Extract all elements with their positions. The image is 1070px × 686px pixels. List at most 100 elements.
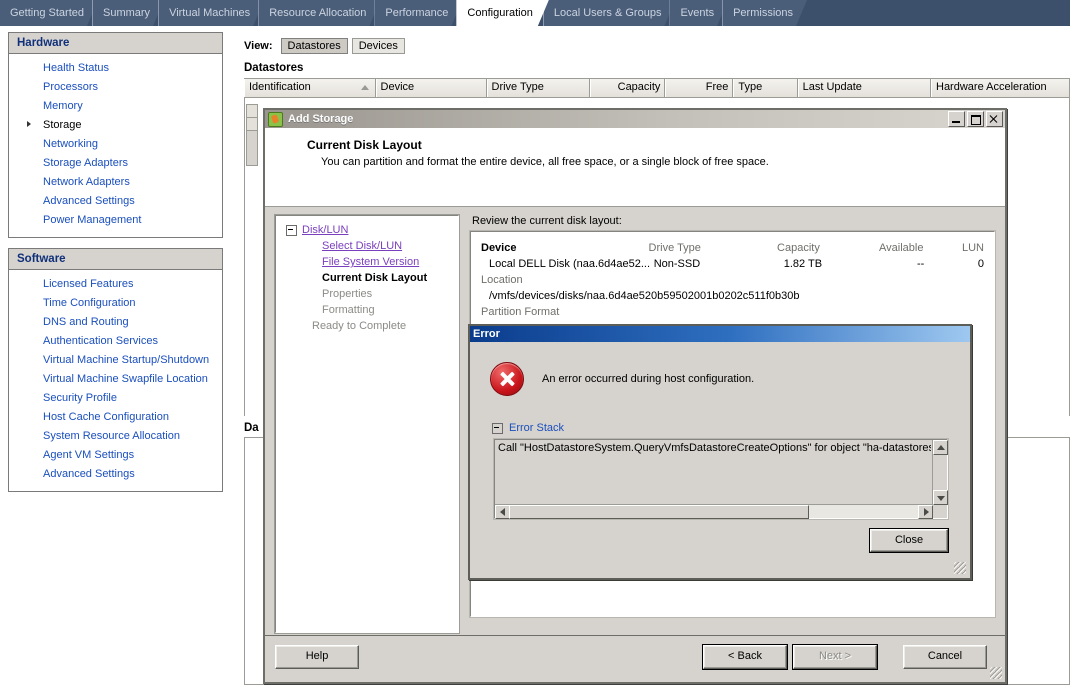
column-header-identification[interactable]: Identification [244,79,376,97]
sidebar-item-authentication-services[interactable]: Authentication Services [9,332,222,351]
sidebar-item-security-profile[interactable]: Security Profile [9,389,222,408]
view-button-datastores[interactable]: Datastores [280,37,348,54]
nav-item-label: Advanced Settings [43,195,135,207]
sidebar-item-processors[interactable]: Processors [9,78,222,97]
tab-permissions[interactable]: Permissions [722,0,807,26]
sidebar-item-agent-vm-settings[interactable]: Agent VM Settings [9,446,222,465]
sidebar-item-networking[interactable]: Networking [9,135,222,154]
tab-virtual-machines[interactable]: Virtual Machines [158,0,264,26]
disk-col-lun-header: LUN [962,242,985,254]
disk-location-value-row: /vmfs/devices/disks/naa.6d4ae520b5950200… [481,288,984,304]
hscroll-thumb[interactable] [509,505,809,519]
column-header-last-update[interactable]: Last Update [797,79,931,97]
sidebar-item-system-resource-allocation[interactable]: System Resource Allocation [9,427,222,446]
column-header-label: Device [380,81,415,93]
column-header-device[interactable]: Device [375,79,487,97]
error-dialog-title: Error [473,328,500,340]
tree-collapse-icon[interactable] [286,225,297,236]
tab-events[interactable]: Events [669,0,728,26]
tab-configuration[interactable]: Configuration [456,0,548,26]
error-stack-hscrollbar[interactable] [495,504,933,519]
nav-item-label: Storage [43,119,82,131]
sidebar-item-advanced-settings[interactable]: Advanced Settings [9,192,222,211]
column-header-type[interactable]: Type [733,79,798,97]
tab-performance[interactable]: Performance [374,0,462,26]
disk-location-label-row: Location [481,272,984,288]
add-storage-title: Add Storage [288,113,354,125]
disk-col-capacity-header: Capacity [777,242,820,254]
column-header-free[interactable]: Free [665,79,734,97]
scrollbar-segment [247,118,257,131]
back-button-label: < Back [728,650,762,662]
sidebar-item-licensed-features[interactable]: Licensed Features [9,275,222,294]
nav-item-label: Security Profile [43,392,117,404]
datastores-table-header: Identification Device Drive Type Capacity Fr… [244,79,1070,98]
sidebar-item-power-management[interactable]: Power Management [9,211,222,230]
disk-location-value: /vmfs/devices/disks/naa.6d4ae520b5950200… [489,290,800,302]
selection-arrow-icon [27,121,31,127]
nav-item-label: Memory [43,100,83,112]
column-header-hardware-acceleration[interactable]: Hardware Acceleration [931,79,1070,97]
error-stack-vscrollbar[interactable] [932,440,948,505]
sidebar-item-memory[interactable]: Memory [9,97,222,116]
resize-grip-icon[interactable] [990,667,1002,679]
error-dialog-titlebar[interactable]: Error [470,326,970,342]
tab-summary[interactable]: Summary [92,0,164,26]
view-button-devices[interactable]: Devices [351,37,405,54]
sidebar-item-health-status[interactable]: Health Status [9,59,222,78]
next-button[interactable]: Next > [792,644,878,670]
maximize-icon[interactable] [967,111,984,127]
column-header-drive-type[interactable]: Drive Type [486,79,590,97]
tab-getting-started[interactable]: Getting Started [0,0,98,26]
scroll-down-icon[interactable] [933,490,948,505]
nav-item-label: Agent VM Settings [43,449,135,461]
help-button-label: Help [305,650,329,662]
error-stack-toggle[interactable]: Error Stack [492,422,970,434]
sidebar-item-storage[interactable]: Storage [9,116,222,135]
sidebar-item-time-configuration[interactable]: Time Configuration [9,294,222,313]
scroll-up-icon[interactable] [933,440,948,455]
sidebar-item-virtual-machine-startup-shutdown[interactable]: Virtual Machine Startup/Shutdown [9,351,222,370]
wizard-step-disk-lun[interactable]: Disk/LUN [276,222,458,238]
error-resize-grip-icon[interactable] [954,562,966,574]
sidebar-item-dns-and-routing[interactable]: DNS and Routing [9,313,222,332]
collapse-icon[interactable] [492,422,503,434]
sidebar-item-advanced-settings[interactable]: Advanced Settings [9,465,222,484]
back-button[interactable]: < Back [702,644,788,670]
view-button-group: Datastores Devices [280,37,409,54]
tab-label: Summary [103,7,151,19]
scroll-right-icon[interactable] [918,505,933,519]
tab-local-users-groups[interactable]: Local Users & Groups [543,0,676,26]
sidebar: Hardware Health Status Processors Memory St… [8,32,223,502]
sidebar-item-virtual-machine-swapfile-location[interactable]: Virtual Machine Swapfile Location [9,370,222,389]
nav-item-label: DNS and Routing [43,316,129,328]
help-button[interactable]: Help [275,645,359,669]
error-stack-box: Call "HostDatastoreSystem.QueryVmfsDatas… [493,438,949,520]
cancel-button[interactable]: Cancel [903,645,987,669]
disk-lun-value: 0 [977,258,985,270]
scroll-left-icon[interactable] [495,505,510,519]
add-storage-titlebar[interactable]: Add Storage [265,110,1005,128]
hardware-panel: Hardware Health Status Processors Memory St… [8,32,223,238]
wizard-step-label: Current Disk Layout [322,272,428,284]
nav-item-label: Processors [43,81,99,93]
disk-capacity-value: 1.82 TB [783,258,823,270]
software-item-list: Licensed Features Time Configuration DNS a… [9,270,222,491]
column-header-capacity[interactable]: Capacity [589,79,666,97]
error-icon [490,362,524,396]
minimize-icon[interactable] [948,111,965,127]
sidebar-item-host-cache-configuration[interactable]: Host Cache Configuration [9,408,222,427]
error-close-button[interactable]: Close [869,528,949,553]
disk-col-available-header: Available [879,242,924,254]
tab-resource-allocation[interactable]: Resource Allocation [258,0,380,26]
wizard-step-file-system-version[interactable]: File System Version [276,254,458,270]
sidebar-item-storage-adapters[interactable]: Storage Adapters [9,154,222,173]
wizard-step-label: Disk/LUN [302,224,349,236]
wizard-step-current-disk-layout[interactable]: Current Disk Layout [276,270,458,286]
wizard-step-label: Formatting [322,304,375,316]
sidebar-item-network-adapters[interactable]: Network Adapters [9,173,222,192]
error-dialog-body: An error occurred during host configurat… [470,342,970,578]
background-scrollbar[interactable] [246,104,258,166]
close-icon[interactable] [986,111,1003,127]
wizard-step-select-disk-lun[interactable]: Select Disk/LUN [276,238,458,254]
